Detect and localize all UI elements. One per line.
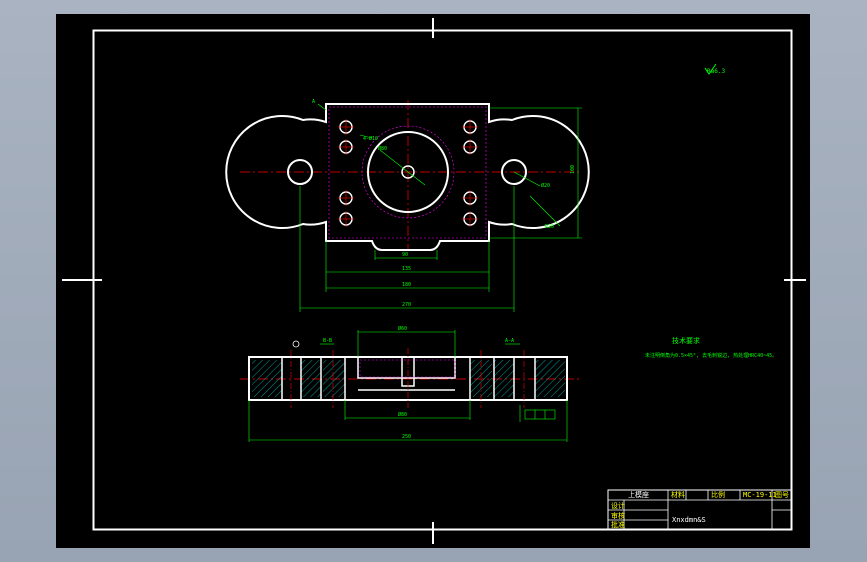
dim-hole-dia: Ø20 (541, 182, 550, 189)
dim-top-outer: 180 (402, 282, 411, 288)
dim-section-length: 250 (402, 434, 411, 440)
section-label-left: B-B (323, 338, 332, 344)
title-block-sheet: 图号 (775, 491, 789, 499)
tech-requirements-text: 未注明倒角为0.5×45°, 去毛刺锐边, 热处理HRC40~45。 (645, 352, 777, 359)
cad-drawing-canvas[interactable]: Ra6.3 90 135 180 270 100 Ø20 R20 4-Ø10 Ø… (0, 0, 867, 562)
title-block-row-approver: 批准 (611, 520, 625, 529)
dim-top-mid: 135 (402, 266, 411, 272)
hatch-left-boss (323, 360, 345, 397)
title-block-school: Xnxdmn&S (672, 516, 706, 524)
roughness-label: Ra6.3 (707, 68, 725, 75)
hatch-left-inner (301, 360, 321, 397)
frame-border (92, 29, 793, 531)
datum-label: A (312, 99, 315, 105)
dim-section-bottom: Ø80 (398, 411, 407, 418)
title-block-drawing-no: MC-19-11 (743, 491, 777, 499)
dim-bolt-holes: 4-Ø10 (363, 135, 378, 142)
tech-requirements-title: 技术要求 (672, 336, 700, 345)
section-label-right: A-A (505, 338, 514, 344)
section-view[interactable]: Ø60 Ø80 250 B-B A-A (240, 325, 580, 442)
hatch-right-end (535, 360, 565, 397)
title-block-row-checker: 审核 (611, 511, 625, 520)
top-view[interactable]: 90 135 180 270 100 Ø20 R20 4-Ø10 Ø80 A (225, 99, 590, 312)
dim-overall-length: 270 (402, 302, 411, 308)
section-hidden (359, 359, 456, 378)
hatch-left-end (252, 360, 282, 397)
top-dimension-lines (299, 103, 582, 312)
dim-hole-radius: R20 (545, 224, 554, 230)
title-block-scale: 比例 (711, 490, 725, 499)
section-callout-a (292, 340, 300, 348)
dim-section-top: Ø60 (398, 325, 407, 332)
roughness-symbol: Ra6.3 (704, 63, 725, 75)
title-block[interactable]: 上模座 材料 比例 MC-19-11 图号 Xnxdmn&S 设计 审核 批准 (607, 489, 792, 530)
dim-height: 100 (570, 165, 576, 174)
title-block-part-name: 上模座 (628, 490, 649, 499)
dim-center-bore: Ø80 (378, 145, 387, 152)
dim-top-inner: 90 (402, 252, 408, 258)
hatch-right-inner (494, 360, 514, 397)
base-plate-outline (225, 103, 590, 251)
title-block-material: 材料 (671, 490, 685, 499)
title-block-row-designer: 设计 (611, 501, 625, 510)
